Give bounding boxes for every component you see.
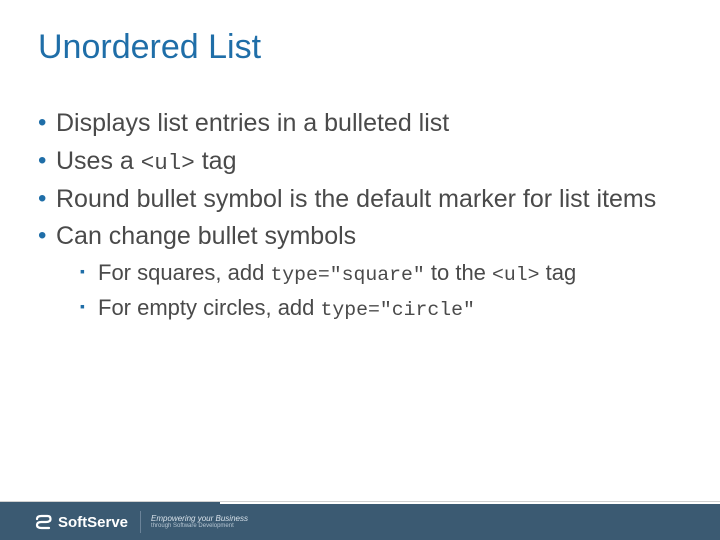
brand-name: SoftServe	[58, 514, 128, 531]
list-item-text: Displays list entries in a bulleted list	[56, 109, 449, 137]
code-text: type="circle"	[321, 299, 475, 321]
slide-content: Displays list entries in a bulleted list…	[38, 107, 682, 323]
slide: Unordered List Displays list entries in …	[0, 0, 720, 540]
footer: SoftServe Empowering your Business throu…	[0, 504, 720, 540]
tagline-line2: through Software Development	[151, 523, 248, 529]
list-item-text: For empty circles, add	[98, 295, 321, 320]
softserve-icon	[34, 513, 52, 531]
list-item-text: Uses a	[56, 147, 141, 175]
list-item: Can change bullet symbols For squares, a…	[38, 220, 682, 323]
tagline-line1: Empowering your Business	[151, 515, 248, 523]
code-text: <ul>	[141, 150, 195, 176]
list-item: Uses a <ul> tag	[38, 145, 682, 179]
slide-title: Unordered List	[38, 28, 682, 67]
list-item-text: to the	[425, 260, 492, 285]
code-text: <ul>	[492, 264, 539, 286]
main-list: Displays list entries in a bulleted list…	[38, 107, 682, 323]
list-item: Round bullet symbol is the default marke…	[38, 183, 682, 217]
brand-tagline: Empowering your Business through Softwar…	[151, 515, 248, 530]
list-item-text: For squares, add	[98, 260, 270, 285]
list-item: Displays list entries in a bulleted list	[38, 107, 682, 141]
list-item-text: Round bullet symbol is the default marke…	[56, 185, 656, 213]
list-item-text: tag	[195, 147, 237, 175]
code-text: type="square"	[270, 264, 424, 286]
list-item-text: tag	[540, 260, 577, 285]
list-item: For squares, add type="square" to the <u…	[80, 258, 682, 289]
sub-list: For squares, add type="square" to the <u…	[56, 258, 682, 323]
list-item: For empty circles, add type="circle"	[80, 293, 682, 324]
brand-logo: SoftServe	[34, 513, 128, 531]
list-item-text: Can change bullet symbols	[56, 222, 356, 250]
footer-divider	[140, 511, 141, 533]
